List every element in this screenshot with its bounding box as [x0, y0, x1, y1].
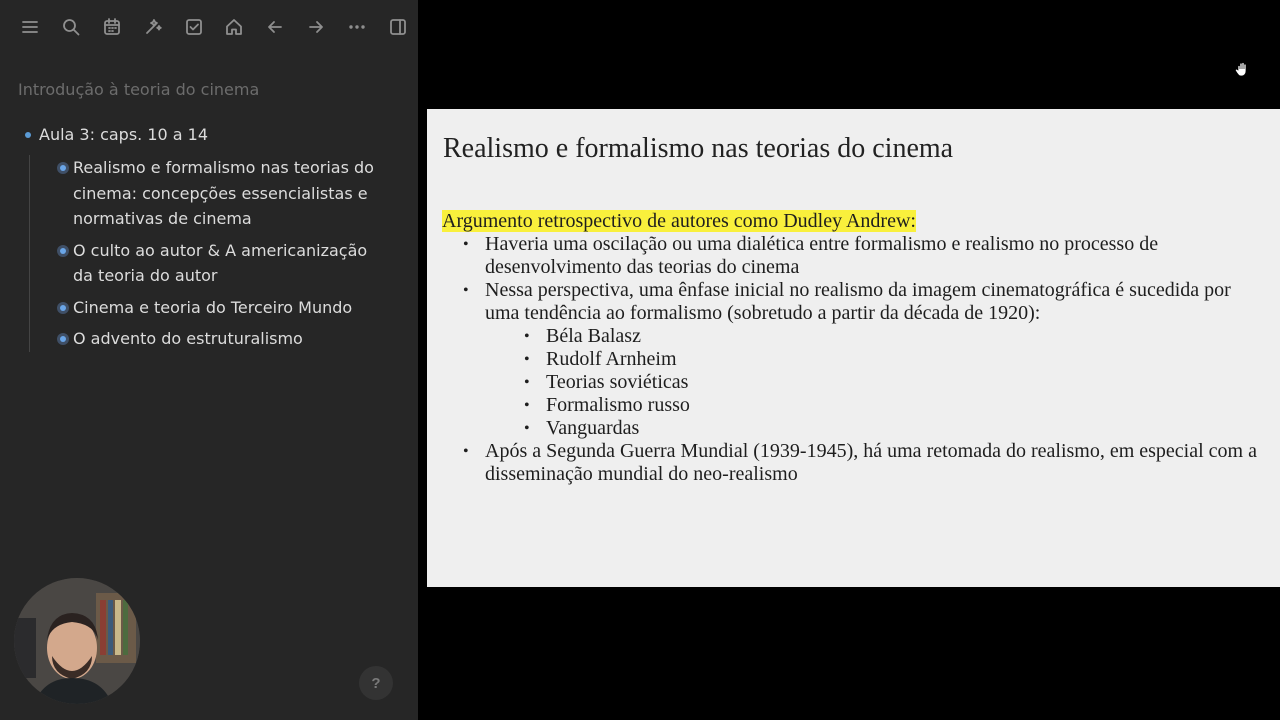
outline-children: Realismo e formalismo nas teorias do cin… [29, 155, 418, 352]
slide-bullet-text: Após a Segunda Guerra Mundial (1939-1945… [485, 440, 1257, 485]
webcam-overlay [14, 578, 140, 704]
document-title[interactable]: Introdução à teoria do cinema [18, 80, 259, 99]
menu-icon [22, 21, 39, 33]
sidebar-toggle-icon [389, 19, 406, 35]
search-button[interactable] [51, 9, 92, 45]
calendar-button[interactable] [92, 9, 133, 45]
collapsed-bullet-icon[interactable] [57, 301, 69, 314]
slide-title: Realismo e formalismo nas teorias do cin… [443, 133, 954, 164]
more-icon [349, 25, 365, 29]
outline-item-label: O culto ao autor & A americanização da t… [73, 240, 368, 286]
forward-arrow-icon [309, 21, 323, 33]
search-icon [63, 19, 80, 36]
slide-sub-bullet: • Vanguardas [442, 417, 1262, 440]
outline-child-item[interactable]: O advento do estruturalismo [30, 326, 418, 352]
outline-child-item[interactable]: Cinema e teoria do Terceiro Mundo [30, 295, 418, 321]
slide-sub-bullet: • Teorias soviéticas [442, 371, 1262, 394]
calendar-icon [104, 18, 120, 35]
home-button[interactable] [214, 9, 255, 45]
collapsed-bullet-icon[interactable] [57, 244, 69, 257]
bullet-marker: • [463, 236, 469, 253]
slide-bullet-text: Haveria uma oscilação ou uma dialética e… [485, 233, 1159, 278]
bullet-marker: • [463, 443, 469, 460]
help-button[interactable]: ? [359, 666, 393, 700]
slide-sub-bullet-text: Rudolf Arnheim [546, 348, 677, 370]
magic-button[interactable] [132, 9, 173, 45]
bullet-marker: • [524, 351, 530, 368]
slide-sub-bullet-text: Formalismo russo [546, 394, 690, 416]
outline-sidebar: Introdução à teoria do cinema Aula 3: ca… [0, 0, 418, 720]
webcam-person-image [14, 578, 140, 704]
bullet-marker: • [524, 374, 530, 391]
highlighted-heading: Argumento retrospectivo de autores como … [442, 210, 916, 232]
slide-bullet: • Haveria uma oscilação ou uma dialética… [442, 233, 1262, 279]
outline-item-label: Realismo e formalismo nas teorias do cin… [73, 158, 374, 228]
outline-item-aula-3[interactable]: Aula 3: caps. 10 a 14 [0, 122, 418, 147]
more-button[interactable] [336, 9, 377, 45]
back-arrow-icon [268, 21, 283, 33]
slide-sub-bullet: • Béla Balasz [442, 325, 1262, 348]
outline-child-item[interactable]: O culto ao autor & A americanização da t… [30, 238, 418, 289]
collapsed-bullet-icon[interactable] [57, 162, 69, 174]
back-button[interactable] [255, 9, 296, 45]
checkbox-icon [185, 19, 202, 35]
slide-bullet: • Nessa perspectiva, uma ênfase inicial … [442, 279, 1262, 325]
hand-cursor-icon [1235, 62, 1247, 77]
help-icon: ? [371, 674, 381, 692]
forward-button[interactable] [296, 9, 337, 45]
magic-icon [145, 19, 162, 34]
bullet-marker: • [524, 328, 530, 345]
outline-item-label: O advento do estruturalismo [73, 329, 303, 348]
slide-sub-bullet-text: Béla Balasz [546, 325, 641, 347]
tasks-button[interactable] [173, 9, 214, 45]
bullet-marker: • [463, 282, 469, 299]
slide-sub-bullet: • Formalismo russo [442, 394, 1262, 417]
slide-sub-bullet: • Rudolf Arnheim [442, 348, 1262, 371]
slide-sub-bullet-text: Vanguardas [546, 417, 640, 439]
collapsed-bullet-icon[interactable] [57, 333, 69, 345]
slide-body: Argumento retrospectivo de autores como … [442, 210, 1262, 486]
bullet-marker: • [524, 420, 530, 437]
slide-sub-bullet-text: Teorias soviéticas [546, 371, 689, 393]
home-icon [226, 19, 243, 35]
outline-item-label: Cinema e teoria do Terceiro Mundo [73, 297, 353, 317]
toolbar [0, 0, 418, 54]
bullet-icon[interactable] [25, 132, 31, 138]
outline-item-label: Aula 3: caps. 10 a 14 [39, 125, 209, 144]
outline-tree: Aula 3: caps. 10 a 14 Realismo e formali… [0, 122, 418, 358]
outline-child-item[interactable]: Realismo e formalismo nas teorias do cin… [30, 155, 418, 232]
menu-button[interactable] [10, 9, 51, 45]
slide-bullet: • Após a Segunda Guerra Mundial (1939-19… [442, 440, 1262, 486]
bullet-marker: • [524, 397, 530, 414]
slide-bullet-text: Nessa perspectiva, uma ênfase inicial no… [485, 279, 1231, 324]
sidebar-toggle-button[interactable] [377, 9, 418, 45]
slide: Realismo e formalismo nas teorias do cin… [427, 109, 1280, 587]
